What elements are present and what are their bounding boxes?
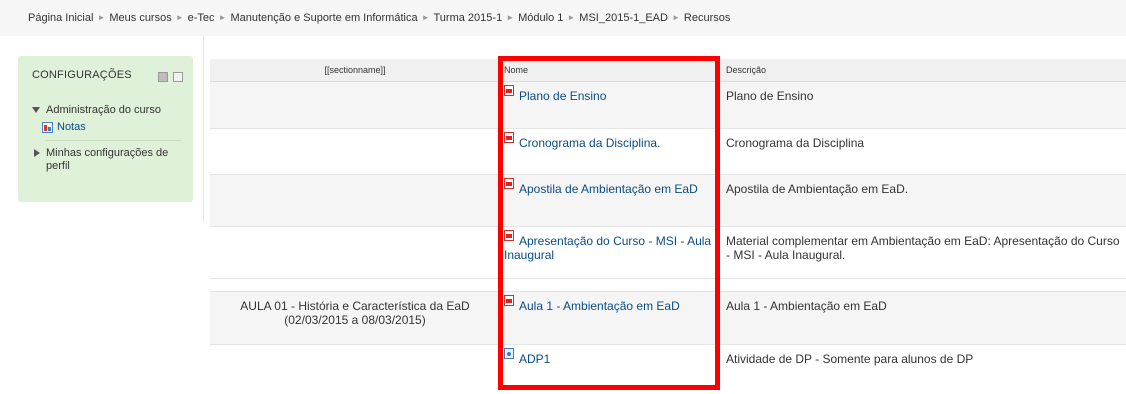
resources-table: [[sectionname]] Nome Descrição Plano de … xyxy=(210,59,1126,385)
collapse-block-icon[interactable] xyxy=(158,72,168,82)
grades-icon xyxy=(42,121,53,133)
section-cell xyxy=(210,344,500,385)
sidebar-divider xyxy=(203,36,204,222)
section-spacer xyxy=(210,278,1126,292)
tree-node-profile-settings[interactable]: Minhas configurações de perfil xyxy=(32,147,182,173)
section-cell xyxy=(210,81,500,129)
tree-node-course-admin[interactable]: Administração do curso xyxy=(32,104,182,117)
breadcrumb-class[interactable]: Turma 2015-1 xyxy=(434,12,503,24)
breadcrumb-home[interactable]: Página Inicial xyxy=(28,12,93,24)
table-row: Apresentação do Curso - MSI - Aula Inaug… xyxy=(210,226,1126,279)
resources-table-wrapper: [[sectionname]] Nome Descrição Plano de … xyxy=(210,59,1126,385)
description-cell: Aula 1 - Ambientação em EaD xyxy=(722,291,1126,345)
url-icon xyxy=(504,348,514,359)
resource-link[interactable]: Cronograma da Disciplina. xyxy=(519,136,660,150)
column-header-section[interactable]: [[sectionname]] xyxy=(210,59,500,82)
settings-block-title: CONFIGURAÇÕES xyxy=(32,69,132,81)
expanded-arrow-icon xyxy=(32,107,40,113)
name-cell: Plano de Ensino xyxy=(500,81,722,129)
breadcrumb-module[interactable]: Módulo 1 xyxy=(518,12,563,24)
description-cell: Apostila de Ambientação em EaD. xyxy=(722,174,1126,227)
table-row: Cronograma da Disciplina. Cronograma da … xyxy=(210,128,1126,175)
pdf-icon xyxy=(504,132,514,143)
settings-block: CONFIGURAÇÕES Administração do curso Not… xyxy=(18,56,193,202)
name-cell: ADP1 xyxy=(500,344,722,385)
pdf-icon xyxy=(504,85,514,96)
resource-link[interactable]: Plano de Ensino xyxy=(519,89,606,103)
pdf-icon xyxy=(504,295,514,306)
breadcrumb-separator: ► xyxy=(506,13,515,22)
name-cell: Apresentação do Curso - MSI - Aula Inaug… xyxy=(500,226,722,279)
name-cell: Cronograma da Disciplina. xyxy=(500,128,722,175)
table-row: Apostila de Ambientação em EaD Apostila … xyxy=(210,174,1126,227)
section-cell xyxy=(210,226,500,279)
tree-node-label: Administração do curso xyxy=(46,104,161,116)
tree-node-label: Minhas configurações de perfil xyxy=(46,147,169,172)
table-row: Plano de Ensino Plano de Ensino xyxy=(210,81,1126,129)
resource-link[interactable]: ADP1 xyxy=(519,352,550,366)
table-row: AULA 01 - História e Característica da E… xyxy=(210,291,1126,345)
breadcrumb-separator: ► xyxy=(671,13,680,22)
breadcrumb: Página Inicial ► Meus cursos ► e-Tec ► Manuten… xyxy=(28,12,730,24)
name-cell: Apostila de Ambientação em EaD xyxy=(500,174,722,227)
description-cell: Cronograma da Disciplina xyxy=(722,128,1126,175)
description-cell: Atividade de DP - Somente para alunos de… xyxy=(722,344,1126,385)
breadcrumb-separator: ► xyxy=(567,13,576,22)
description-cell: Material complementar em Ambientação em … xyxy=(722,226,1126,279)
resource-link[interactable]: Apresentação do Curso - MSI - Aula Inaug… xyxy=(504,234,711,262)
tree-item-label: Notas xyxy=(57,121,86,133)
breadcrumb-current: Recursos xyxy=(683,12,731,24)
breadcrumb-my-courses[interactable]: Meus cursos xyxy=(109,12,171,24)
breadcrumb-course-code[interactable]: MSI_2015-1_EAD xyxy=(579,12,668,24)
pdf-icon xyxy=(504,178,514,189)
settings-tree: Administração do curso Notas Minhas conf… xyxy=(32,104,182,173)
resource-link[interactable]: Aula 1 - Ambientação em EaD xyxy=(519,299,680,313)
breadcrumb-separator: ► xyxy=(218,13,227,22)
collapsed-arrow-icon xyxy=(34,149,40,157)
name-cell: Aula 1 - Ambientação em EaD xyxy=(500,291,722,345)
breadcrumb-separator: ► xyxy=(97,13,106,22)
table-row: ADP1 Atividade de DP - Somente para alun… xyxy=(210,344,1126,385)
column-header-description[interactable]: Descrição xyxy=(722,59,1126,82)
pdf-icon xyxy=(504,230,514,241)
tree-item-grades[interactable]: Notas xyxy=(42,120,182,134)
column-header-name[interactable]: Nome xyxy=(500,59,722,82)
section-cell: AULA 01 - História e Característica da E… xyxy=(210,291,500,345)
resource-link[interactable]: Apostila de Ambientação em EaD xyxy=(519,182,698,196)
breadcrumb-etec[interactable]: e-Tec xyxy=(188,12,215,24)
description-cell: Plano de Ensino xyxy=(722,81,1126,129)
breadcrumb-separator: ► xyxy=(421,13,430,22)
section-cell xyxy=(210,128,500,175)
dock-block-icon[interactable] xyxy=(173,72,183,82)
breadcrumb-course[interactable]: Manutenção e Suporte em Informática xyxy=(230,12,417,24)
section-cell xyxy=(210,174,500,227)
breadcrumb-separator: ► xyxy=(175,13,184,22)
tree-divider xyxy=(46,140,182,141)
table-header-row: [[sectionname]] Nome Descrição xyxy=(210,59,1126,82)
